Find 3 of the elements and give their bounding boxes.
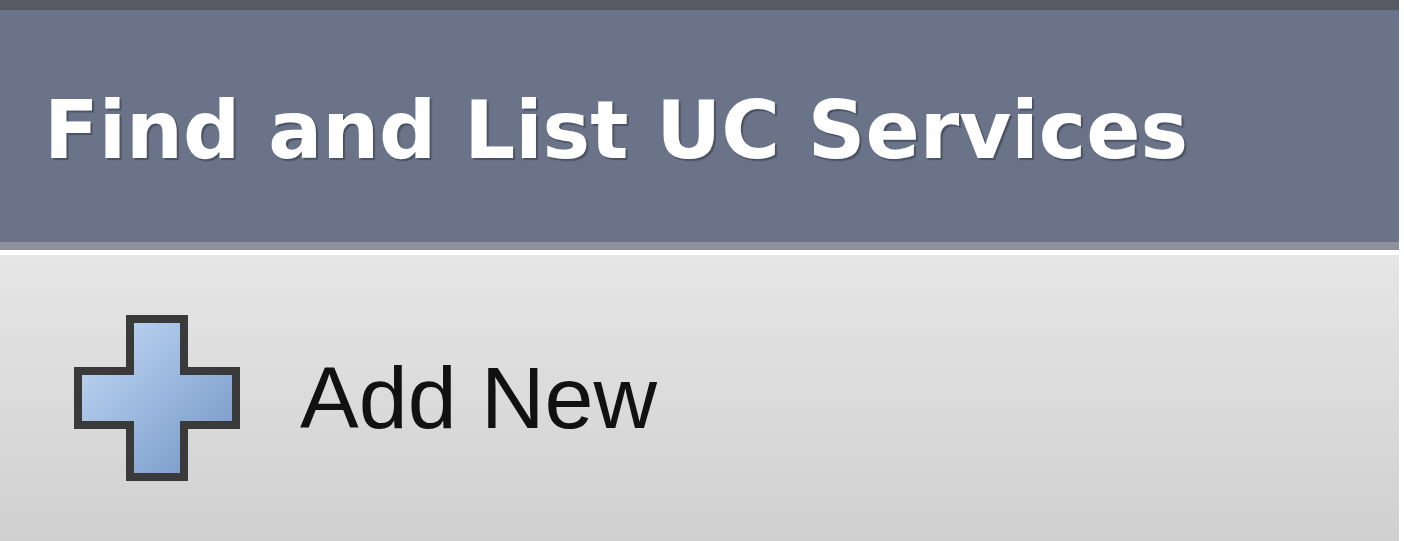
add-new-button[interactable]: Add New xyxy=(74,315,658,481)
page-title: Find and List UC Services xyxy=(44,83,1189,177)
plus-icon xyxy=(74,315,240,481)
